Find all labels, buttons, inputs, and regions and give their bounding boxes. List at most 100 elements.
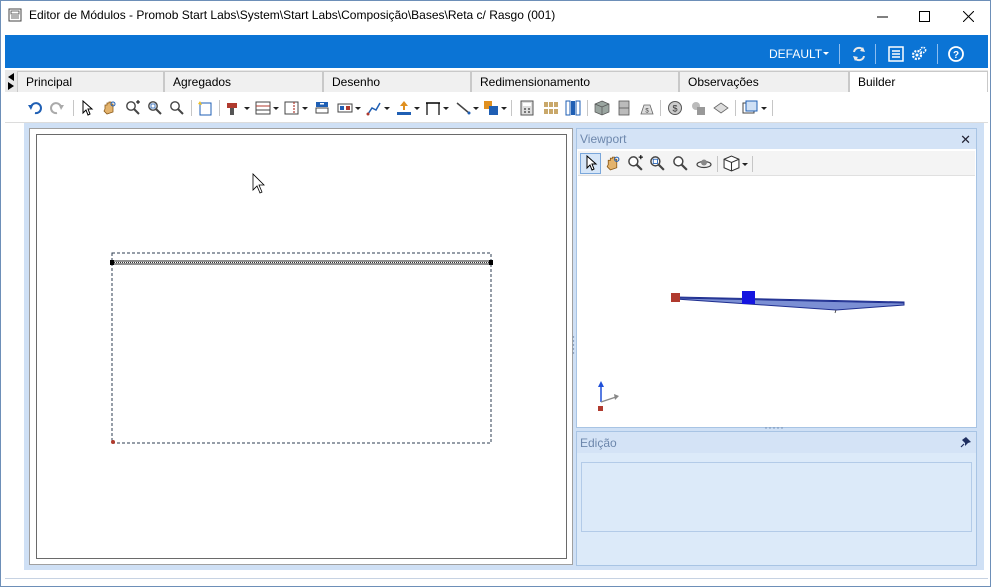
select-pointer-icon[interactable] bbox=[79, 100, 95, 116]
tab-label: Agregados bbox=[173, 75, 232, 89]
viewport-3d-view[interactable] bbox=[578, 177, 975, 425]
tab-desenho[interactable]: Desenho bbox=[323, 71, 471, 92]
grid-modules-icon[interactable] bbox=[543, 100, 559, 116]
chevron-down-icon[interactable] bbox=[501, 107, 507, 110]
top-panel-handle-left bbox=[110, 260, 114, 265]
module-3d-edge bbox=[834, 309, 837, 314]
chevron-down-icon[interactable] bbox=[414, 107, 420, 110]
chevron-down-icon[interactable] bbox=[384, 107, 390, 110]
cabinet-icon[interactable] bbox=[616, 100, 632, 116]
properties-icon[interactable] bbox=[887, 45, 905, 63]
zoom-in-out-icon[interactable] bbox=[627, 155, 644, 172]
chevron-down-icon[interactable] bbox=[473, 107, 479, 110]
chevron-down-icon[interactable] bbox=[443, 107, 449, 110]
selection-handle bbox=[742, 291, 755, 304]
composition-icon[interactable] bbox=[483, 100, 499, 116]
chevron-down-icon[interactable] bbox=[273, 107, 279, 110]
drawer-icon[interactable] bbox=[314, 100, 330, 116]
shelf-icon[interactable] bbox=[337, 100, 353, 116]
close-icon[interactable]: ✕ bbox=[960, 132, 971, 148]
window-view-icon[interactable] bbox=[742, 100, 758, 116]
settings-icon[interactable] bbox=[910, 45, 928, 63]
pan-hand-icon[interactable] bbox=[604, 155, 621, 172]
edicao-header: Edição bbox=[577, 432, 976, 453]
toolbar-separator bbox=[219, 100, 220, 116]
close-button[interactable] bbox=[945, 1, 991, 31]
tab-redimensionamento[interactable]: Redimensionamento bbox=[471, 71, 679, 92]
refresh-icon[interactable] bbox=[850, 45, 868, 63]
chevron-down-icon bbox=[823, 52, 829, 55]
price-bag-icon[interactable]: $ bbox=[639, 100, 655, 116]
zoom-window-icon[interactable] bbox=[649, 155, 666, 172]
box-3d-icon[interactable] bbox=[594, 100, 610, 116]
drawing-canvas[interactable] bbox=[36, 134, 567, 559]
chevron-down-icon[interactable] bbox=[244, 107, 250, 110]
drill-tool-icon[interactable] bbox=[225, 100, 241, 116]
splitter-grip-icon[interactable] bbox=[572, 335, 575, 355]
currency-icon[interactable]: $ bbox=[667, 100, 683, 116]
tab-builder[interactable]: Builder bbox=[849, 71, 988, 93]
undo-icon[interactable] bbox=[27, 100, 43, 116]
zoom-in-out-icon[interactable] bbox=[125, 100, 141, 116]
calculator-icon[interactable] bbox=[519, 100, 535, 116]
app-icon bbox=[8, 8, 22, 22]
new-item-icon[interactable] bbox=[197, 100, 213, 116]
minimize-button[interactable] bbox=[859, 1, 905, 31]
connector-icon[interactable] bbox=[366, 100, 382, 116]
viewport-panel: Viewport ✕ bbox=[576, 128, 977, 428]
frame-icon[interactable] bbox=[425, 100, 441, 116]
viewport-toolbar bbox=[578, 151, 975, 176]
svg-text:$: $ bbox=[672, 104, 677, 114]
mouse-cursor-icon bbox=[252, 173, 265, 194]
edicao-title: Edição bbox=[580, 436, 617, 450]
module-outline bbox=[111, 252, 492, 444]
toolbar-separator bbox=[752, 156, 753, 172]
chevron-down-icon[interactable] bbox=[761, 107, 767, 110]
tab-observacoes[interactable]: Observações bbox=[679, 71, 849, 92]
select-pointer-icon[interactable] bbox=[580, 153, 601, 174]
chevron-down-icon[interactable] bbox=[742, 163, 748, 166]
edicao-content bbox=[581, 462, 972, 532]
pin-icon[interactable] bbox=[960, 436, 972, 448]
help-icon[interactable]: ? bbox=[947, 45, 965, 63]
title-bar: Editor de Módulos - Promob Start Labs\Sy… bbox=[1, 1, 990, 31]
vertical-division-icon[interactable] bbox=[284, 100, 300, 116]
maximize-icon bbox=[918, 10, 930, 22]
toolbar-separator bbox=[772, 100, 773, 116]
ribbon-separator bbox=[875, 44, 876, 64]
pan-hand-icon[interactable] bbox=[101, 100, 117, 116]
tab-label: Principal bbox=[26, 75, 73, 89]
zoom-window-icon[interactable] bbox=[147, 100, 163, 116]
zoom-extents-icon[interactable] bbox=[169, 100, 185, 116]
insert-down-icon[interactable] bbox=[396, 100, 412, 116]
material-icon[interactable] bbox=[690, 100, 706, 116]
panel-resize-grip-icon[interactable] bbox=[764, 426, 784, 430]
texture-icon[interactable] bbox=[713, 100, 729, 116]
toolbar-separator bbox=[717, 156, 718, 172]
edicao-panel: Edição bbox=[576, 431, 977, 566]
z-axis-arrow bbox=[598, 381, 604, 387]
zoom-extents-icon[interactable] bbox=[672, 155, 689, 172]
chevron-down-icon[interactable] bbox=[355, 107, 361, 110]
orbit-icon[interactable] bbox=[695, 155, 713, 172]
toolbar-separator bbox=[660, 100, 661, 116]
line-tool-icon[interactable] bbox=[455, 100, 471, 116]
view-cube-icon[interactable] bbox=[723, 155, 740, 172]
svg-text:?: ? bbox=[953, 50, 959, 61]
tab-agregados[interactable]: Agregados bbox=[164, 71, 323, 92]
top-panel-handle-right bbox=[489, 260, 493, 265]
tab-strip: Principal Agregados Desenho Redimensiona… bbox=[5, 70, 988, 93]
redo-icon[interactable] bbox=[49, 100, 65, 116]
x-axis bbox=[600, 396, 617, 403]
chevron-down-icon[interactable] bbox=[302, 107, 308, 110]
toolbar-separator bbox=[191, 100, 192, 116]
tab-label: Redimensionamento bbox=[480, 75, 591, 89]
columns-icon[interactable] bbox=[565, 100, 581, 116]
horizontal-division-icon[interactable] bbox=[255, 100, 271, 116]
maximize-button[interactable] bbox=[901, 1, 947, 31]
tab-scroll-arrows-icon[interactable] bbox=[6, 71, 16, 91]
close-icon bbox=[962, 10, 974, 22]
profile-dropdown[interactable]: DEFAULT bbox=[769, 47, 822, 61]
toolbar-separator bbox=[587, 100, 588, 116]
tab-principal[interactable]: Principal bbox=[17, 71, 164, 92]
